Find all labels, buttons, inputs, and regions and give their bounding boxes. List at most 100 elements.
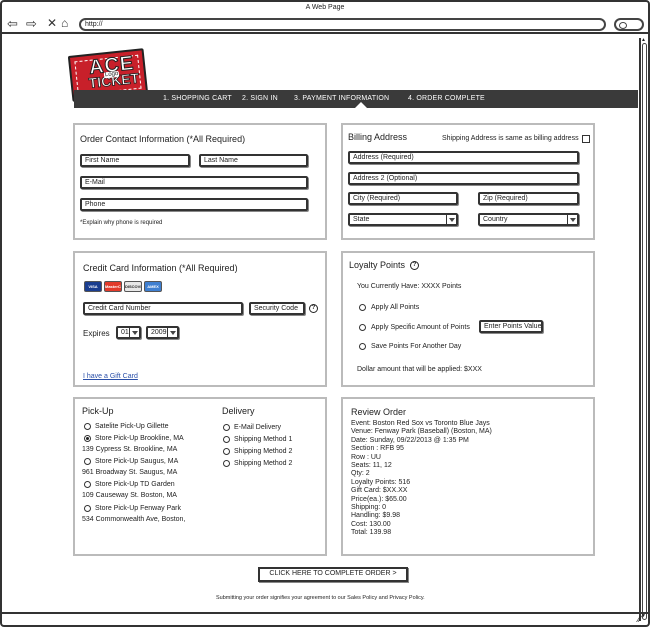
country-select[interactable]: Country bbox=[478, 213, 579, 226]
loyalty-panel: Loyalty Points ? You Currently Have: XXX… bbox=[341, 251, 595, 387]
close-icon[interactable]: ✕ bbox=[47, 17, 57, 30]
address2-field[interactable]: Address 2 (Optional) bbox=[348, 172, 579, 185]
mastercard-card-icon: MasterCard bbox=[104, 281, 122, 292]
window-title: A Web Page bbox=[305, 4, 345, 11]
scroll-up-icon[interactable]: ▲ bbox=[641, 38, 646, 43]
browser-toolbar: ⇦ ⇨ ✕ ⌂ http:// bbox=[2, 14, 648, 34]
contact-panel: Order Contact Information (*All Required… bbox=[73, 123, 327, 240]
card-number-field[interactable]: Credit Card Number bbox=[83, 302, 243, 315]
forward-icon[interactable]: ⇨ bbox=[26, 17, 37, 30]
resize-grip-icon[interactable]: ∕∕ bbox=[638, 615, 641, 624]
billing-panel: Billing Address Shipping Address is same… bbox=[341, 123, 595, 240]
delivery-option-radio[interactable] bbox=[223, 424, 230, 431]
current-step-indicator bbox=[355, 102, 367, 108]
review-line: Qty: 2 bbox=[351, 470, 370, 478]
pickup-option-address: 961 Broadway St. Saugus, MA bbox=[82, 469, 178, 476]
delivery-option-label: Shipping Method 2 bbox=[234, 448, 293, 455]
review-order-panel: Review Order Event: Boston Red Sox vs To… bbox=[341, 397, 595, 556]
apply-all-points-radio[interactable] bbox=[359, 304, 366, 311]
pickup-option-radio[interactable] bbox=[84, 481, 91, 488]
review-line: Handling: $9.98 bbox=[351, 512, 401, 520]
delivery-option-radio[interactable] bbox=[223, 436, 230, 443]
review-title: Review Order bbox=[351, 407, 407, 417]
apply-all-points-label: Apply All Points bbox=[371, 304, 420, 311]
url-field[interactable]: http:// bbox=[79, 18, 606, 31]
delivery-option-radio[interactable] bbox=[223, 448, 230, 455]
status-bar bbox=[2, 612, 648, 625]
apply-specific-points-label: Apply Specific Amount of Points bbox=[371, 324, 470, 331]
loyalty-title: Loyalty Points bbox=[349, 260, 406, 270]
exp-year-select[interactable]: 2009 bbox=[146, 326, 179, 339]
pickup-delivery-panel: Pick-Up Delivery Satelite Pick-Up Gillet… bbox=[73, 397, 327, 556]
apply-specific-points-radio[interactable] bbox=[359, 324, 366, 331]
review-line: Section : RFB 95 bbox=[351, 445, 404, 453]
same-address-label: Shipping Address is same as billing addr… bbox=[442, 135, 579, 142]
country-select-value: Country bbox=[483, 216, 508, 223]
review-line: Price(ea.): $65.00 bbox=[351, 495, 407, 503]
exp-month-value: 01 bbox=[121, 329, 129, 336]
state-select[interactable]: State bbox=[348, 213, 458, 226]
city-field[interactable]: City (Required) bbox=[348, 192, 458, 205]
back-icon[interactable]: ⇦ bbox=[7, 17, 18, 30]
first-name-field[interactable]: First Name bbox=[80, 154, 190, 167]
review-line: Event: Boston Red Sox vs Toronto Blue Ja… bbox=[351, 420, 490, 427]
address-field[interactable]: Address (Required) bbox=[348, 151, 579, 164]
same-address-checkbox[interactable] bbox=[582, 135, 590, 143]
step-payment-information[interactable]: 3. PAYMENT INFORMATION bbox=[294, 90, 389, 108]
delivery-option-label: Shipping Method 1 bbox=[234, 436, 293, 443]
loyalty-dollar-amount: Dollar amount that will be applied: $XXX bbox=[357, 366, 482, 373]
enter-points-field[interactable]: Enter Points Value bbox=[479, 320, 543, 333]
review-line: Cost: 130.00 bbox=[351, 520, 391, 528]
review-line: Seats: 11, 12 bbox=[351, 462, 392, 470]
exp-month-select[interactable]: 01 bbox=[116, 326, 141, 339]
contact-title: Order Contact Information (*All Required… bbox=[80, 134, 246, 144]
review-line: Loyalty Points: 516 bbox=[351, 478, 411, 486]
review-line: Shipping: 0 bbox=[351, 504, 387, 512]
loyalty-current-points: You Currently Have: XXXX Points bbox=[357, 283, 462, 290]
pickup-option-label: Store Pick-Up TD Garden bbox=[95, 481, 175, 488]
email-field[interactable]: E-Mail bbox=[80, 176, 308, 189]
phone-note: *Explain why phone is required bbox=[80, 220, 163, 226]
search-icon[interactable] bbox=[614, 18, 644, 31]
home-icon[interactable]: ⌂ bbox=[61, 17, 68, 30]
help-icon[interactable]: ? bbox=[410, 261, 419, 270]
chevron-down-icon bbox=[446, 215, 456, 224]
step-sign-in[interactable]: 2. SIGN IN bbox=[242, 90, 278, 108]
pickup-option-radio[interactable] bbox=[84, 458, 91, 465]
save-points-label: Save Points For Another Day bbox=[371, 343, 462, 350]
pickup-title: Pick-Up bbox=[82, 406, 114, 416]
pickup-option-radio[interactable] bbox=[84, 505, 91, 512]
pickup-option-label: Store Pick-Up Fenway Park bbox=[95, 505, 181, 512]
pickup-option-radio[interactable] bbox=[84, 423, 91, 430]
pickup-option-address: 109 Causeway St. Boston, MA bbox=[82, 492, 177, 499]
review-line: Row : UU bbox=[351, 453, 381, 461]
complete-order-button[interactable]: CLICK HERE TO COMPLETE ORDER > bbox=[258, 567, 408, 582]
chevron-down-icon bbox=[129, 328, 139, 337]
browser-window: A Web Page ⇦ ⇨ ✕ ⌂ http:// ▲ ▼ ∕∕ ACE TI… bbox=[0, 0, 650, 627]
zip-field[interactable]: Zip (Required) bbox=[478, 192, 579, 205]
pickup-option-label: Satelite Pick-Up Gillette bbox=[95, 423, 169, 430]
last-name-field[interactable]: Last Name bbox=[199, 154, 308, 167]
pickup-option-radio[interactable] bbox=[84, 435, 91, 442]
phone-field[interactable]: Phone bbox=[80, 198, 308, 211]
step-order-complete[interactable]: 4. ORDER COMPLETE bbox=[408, 90, 485, 108]
chevron-down-icon bbox=[567, 215, 577, 224]
help-icon[interactable]: ? bbox=[309, 304, 318, 313]
pickup-option-label: Store Pick-Up Saugus, MA bbox=[95, 458, 179, 465]
scrollbar-thumb[interactable] bbox=[642, 43, 647, 620]
gift-card-link[interactable]: I have a Gift Card bbox=[83, 372, 138, 381]
credit-card-title: Credit Card Information (*All Required) bbox=[83, 263, 238, 273]
save-points-radio[interactable] bbox=[359, 343, 366, 350]
step-shopping-cart[interactable]: 1. SHOPPING CART bbox=[163, 90, 232, 108]
review-line: Date: Sunday, 09/22/2013 @ 1:35 PM bbox=[351, 436, 469, 444]
visa-card-icon: VISA bbox=[84, 281, 102, 292]
review-line: Venue: Fenway Park (Baseball) (Boston, M… bbox=[351, 428, 492, 436]
delivery-option-radio[interactable] bbox=[223, 460, 230, 467]
credit-card-panel: Credit Card Information (*All Required) … bbox=[73, 251, 327, 387]
state-select-value: State bbox=[353, 216, 370, 223]
security-code-field[interactable]: Security Code bbox=[249, 302, 305, 315]
delivery-title: Delivery bbox=[222, 406, 255, 416]
review-line: Total: 139.98 bbox=[351, 529, 392, 537]
expires-label: Expires bbox=[83, 329, 110, 338]
pickup-option-label: Store Pick-Up Brookline, MA bbox=[95, 435, 184, 442]
